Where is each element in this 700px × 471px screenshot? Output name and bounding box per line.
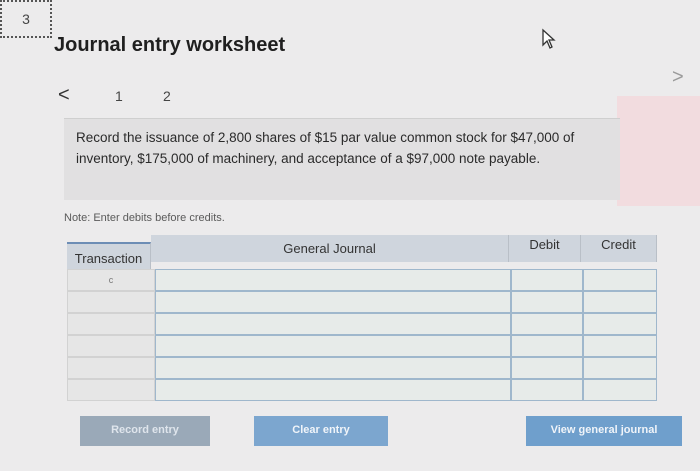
journal-table: Transaction General Journal Debit Credit…: [67, 235, 657, 403]
header-general-journal: General Journal: [151, 235, 509, 262]
step-1-tab[interactable]: 1: [115, 88, 123, 104]
transaction-cell: c: [67, 269, 155, 291]
note-text: Note: Enter debits before credits.: [64, 212, 225, 224]
transaction-cell: [67, 313, 155, 335]
debit-field[interactable]: [511, 357, 583, 379]
account-field[interactable]: [155, 357, 511, 379]
transaction-cell: [67, 335, 155, 357]
debit-field[interactable]: [511, 291, 583, 313]
side-panel: [617, 96, 700, 206]
record-entry-button[interactable]: Record entry: [80, 416, 210, 446]
journal-entry-worksheet: Journal entry worksheet < > 1 2 3 Record…: [0, 0, 700, 471]
account-field[interactable]: [155, 291, 511, 313]
chevron-left-icon[interactable]: <: [58, 84, 70, 107]
header-credit: Credit: [581, 235, 657, 262]
transaction-cell: [67, 357, 155, 379]
credit-field[interactable]: [583, 335, 657, 357]
pointer-cursor-icon: [542, 28, 556, 49]
debit-field[interactable]: [511, 335, 583, 357]
debit-field[interactable]: [511, 379, 583, 401]
account-field[interactable]: [155, 335, 511, 357]
step-3-label: 3: [22, 11, 30, 27]
credit-field[interactable]: [583, 313, 657, 335]
page-title: Journal entry worksheet: [54, 34, 286, 56]
transaction-cell: [67, 291, 155, 313]
table-row: [67, 335, 657, 357]
instructions-box: Record the issuance of 2,800 shares of $…: [64, 118, 620, 200]
credit-field[interactable]: [583, 379, 657, 401]
account-field[interactable]: [155, 379, 511, 401]
table-row: [67, 313, 657, 335]
debit-field[interactable]: [511, 313, 583, 335]
chevron-right-icon[interactable]: >: [672, 66, 684, 89]
credit-field[interactable]: [583, 269, 657, 291]
credit-field[interactable]: [583, 291, 657, 313]
header-debit: Debit: [509, 235, 581, 262]
step-3-tab[interactable]: 3: [0, 0, 52, 38]
table-row: [67, 291, 657, 313]
clear-entry-button[interactable]: Clear entry: [254, 416, 388, 446]
table-row: [67, 379, 657, 401]
table-row: [67, 357, 657, 379]
header-transaction: Transaction: [67, 242, 151, 269]
table-row: c: [67, 269, 657, 291]
transaction-cell: [67, 379, 155, 401]
account-field[interactable]: [155, 313, 511, 335]
debit-field[interactable]: [511, 269, 583, 291]
step-2-tab[interactable]: 2: [163, 88, 171, 104]
account-field[interactable]: [155, 269, 511, 291]
view-general-journal-button[interactable]: View general journal: [526, 416, 682, 446]
credit-field[interactable]: [583, 357, 657, 379]
